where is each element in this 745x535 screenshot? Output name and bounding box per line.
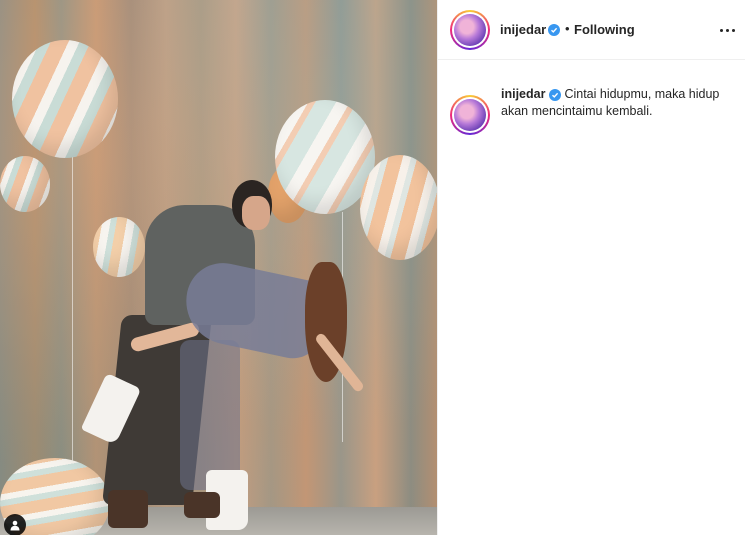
balloon <box>12 40 118 158</box>
post-side-panel: inijedar • Following inijedar Cintai hid… <box>437 0 745 535</box>
more-options-icon <box>731 28 735 32</box>
caption-avatar[interactable] <box>450 95 490 135</box>
more-options-button[interactable] <box>717 20 737 40</box>
avatar-image <box>454 99 486 131</box>
verified-badge-icon <box>548 24 560 36</box>
more-options-icon <box>719 28 723 32</box>
post-photo[interactable] <box>0 0 437 535</box>
user-tag-button[interactable] <box>4 514 26 535</box>
brown-shoe <box>184 492 220 518</box>
balloon-string <box>72 155 73 475</box>
verified-badge-icon <box>548 89 561 101</box>
user-tag-icon <box>10 520 20 531</box>
caption-username-link[interactable]: inijedar <box>501 87 545 101</box>
post-header: inijedar • Following <box>438 0 745 60</box>
balloon <box>360 155 437 260</box>
balloon <box>0 156 50 212</box>
username-link[interactable]: inijedar <box>500 22 546 37</box>
following-button[interactable]: Following <box>574 22 635 37</box>
man-figure-face <box>242 196 270 230</box>
more-options-icon <box>725 28 729 32</box>
separator-dot: • <box>565 21 570 36</box>
avatar[interactable] <box>450 10 490 50</box>
woman-figure-skirt <box>180 340 240 490</box>
avatar-image <box>454 14 486 46</box>
caption-text-block: inijedar Cintai hidupmu, maka hidup akan… <box>501 86 733 120</box>
balloon <box>93 217 145 277</box>
avatar-border <box>452 97 488 133</box>
brown-shoe <box>108 490 148 528</box>
avatar-border <box>452 12 488 48</box>
